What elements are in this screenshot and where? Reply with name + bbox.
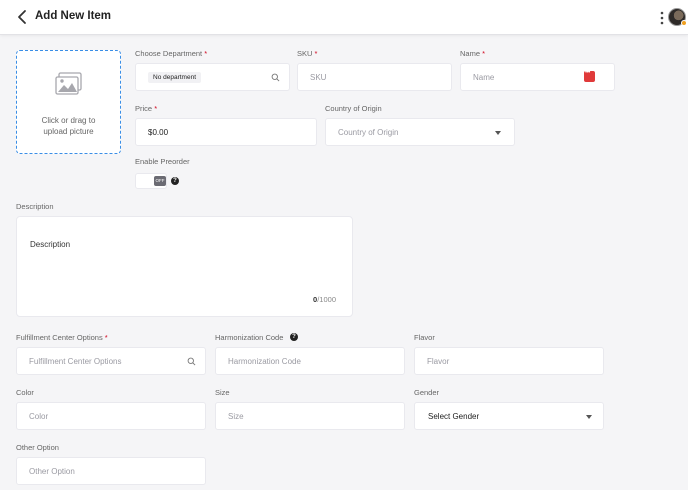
upload-hint: Click or drag to upload picture — [41, 116, 96, 136]
harmonization-field[interactable] — [215, 347, 405, 375]
preorder-toggle[interactable]: OFF — [135, 173, 167, 189]
fulfillment-input[interactable] — [17, 348, 205, 374]
size-field[interactable] — [215, 402, 405, 430]
color-input[interactable] — [17, 403, 205, 429]
fulfillment-select[interactable] — [16, 347, 206, 375]
sku-field[interactable] — [297, 63, 452, 91]
back-arrow-icon[interactable] — [14, 8, 32, 26]
character-counter: 0/1000 — [313, 295, 336, 304]
chevron-down-icon — [586, 415, 592, 419]
preorder-label: Enable Preorder — [135, 157, 190, 166]
other-option-label: Other Option — [16, 443, 59, 452]
department-value: No department — [148, 72, 201, 83]
harmonization-label: Harmonization Code — [215, 333, 284, 342]
flavor-field[interactable] — [414, 347, 604, 375]
price-label: Price * — [135, 104, 158, 113]
sku-label: SKU * — [297, 49, 318, 58]
country-select[interactable]: Country of Origin — [325, 118, 515, 146]
search-icon — [271, 73, 280, 82]
price-field[interactable]: $0.00 — [135, 118, 317, 146]
size-label: Size — [215, 388, 230, 397]
page-title: Add New Item — [35, 10, 112, 22]
header-bar: Add New Item — [0, 0, 688, 35]
description-placeholder: Description — [30, 240, 71, 249]
department-select[interactable]: No department — [135, 63, 290, 91]
department-label: Choose Department * — [135, 49, 208, 58]
size-input[interactable] — [216, 403, 404, 429]
flavor-label: Flavor — [414, 333, 435, 342]
generate-name-icon[interactable] — [584, 70, 595, 82]
flavor-input[interactable] — [415, 348, 603, 374]
gender-select[interactable]: Select Gender — [414, 402, 604, 430]
harmonization-input[interactable] — [216, 348, 404, 374]
other-option-field[interactable] — [16, 457, 206, 485]
country-label: Country of Origin — [325, 104, 382, 113]
color-label: Color — [16, 388, 34, 397]
gender-value: Select Gender — [428, 412, 480, 421]
country-placeholder: Country of Origin — [338, 128, 399, 137]
gender-label: Gender — [414, 388, 440, 397]
chevron-down-icon — [495, 131, 501, 135]
name-field[interactable] — [460, 63, 615, 91]
description-label: Description — [16, 202, 54, 211]
status-dot — [681, 20, 687, 26]
price-value: $0.00 — [148, 128, 169, 137]
other-option-input[interactable] — [17, 458, 205, 484]
help-icon[interactable]: ? — [290, 333, 298, 341]
description-textarea[interactable]: Description 0/1000 — [16, 216, 353, 317]
toggle-state: OFF — [154, 176, 166, 186]
more-options-icon[interactable] — [656, 9, 668, 27]
upload-picture-area[interactable]: Click or drag to upload picture — [16, 50, 121, 154]
color-field[interactable] — [16, 402, 206, 430]
image-icon — [55, 72, 82, 95]
search-icon — [187, 357, 196, 366]
sku-input[interactable] — [298, 64, 451, 90]
fulfillment-label: Fulfillment Center Options * — [16, 333, 108, 342]
help-icon[interactable]: ? — [171, 177, 179, 185]
name-label: Name * — [460, 49, 486, 58]
